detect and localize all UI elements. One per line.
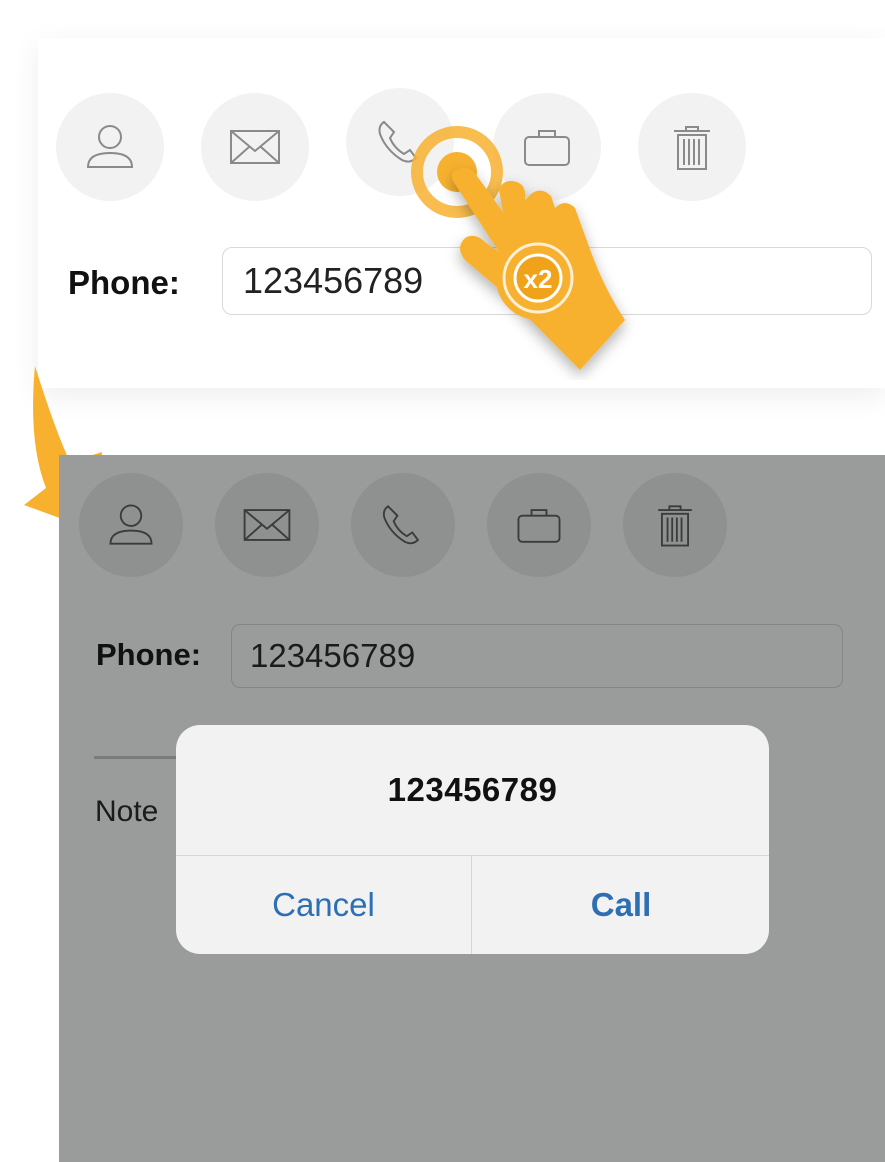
email-button (215, 473, 319, 577)
dialog-title: 123456789 (176, 725, 769, 856)
envelope-icon (230, 130, 280, 164)
call-confirmation-dialog: 123456789 Cancel Call (176, 725, 769, 954)
notes-label: Note (95, 795, 159, 828)
envelope-icon (243, 509, 291, 541)
email-button[interactable] (201, 93, 309, 201)
work-button (487, 473, 591, 577)
double-tap-hand-icon: x2 (411, 126, 625, 370)
phone-icon (382, 505, 420, 545)
call-button (351, 473, 455, 577)
person-icon (86, 125, 134, 168)
phone-label: Phone: (96, 637, 202, 672)
contact-button (79, 473, 183, 577)
cancel-button[interactable]: Cancel (176, 856, 472, 954)
delete-button[interactable] (638, 93, 746, 201)
contact-button[interactable] (56, 93, 164, 201)
trash-icon (674, 126, 710, 170)
phone-field: 123456789 (231, 624, 843, 688)
briefcase-icon (517, 509, 561, 543)
call-confirm-button[interactable]: Call (473, 856, 769, 954)
trash-icon (658, 505, 692, 547)
phone-label: Phone: (68, 264, 180, 301)
person-icon (109, 504, 153, 545)
delete-button (623, 473, 727, 577)
tap-count-badge: x2 (524, 264, 553, 294)
